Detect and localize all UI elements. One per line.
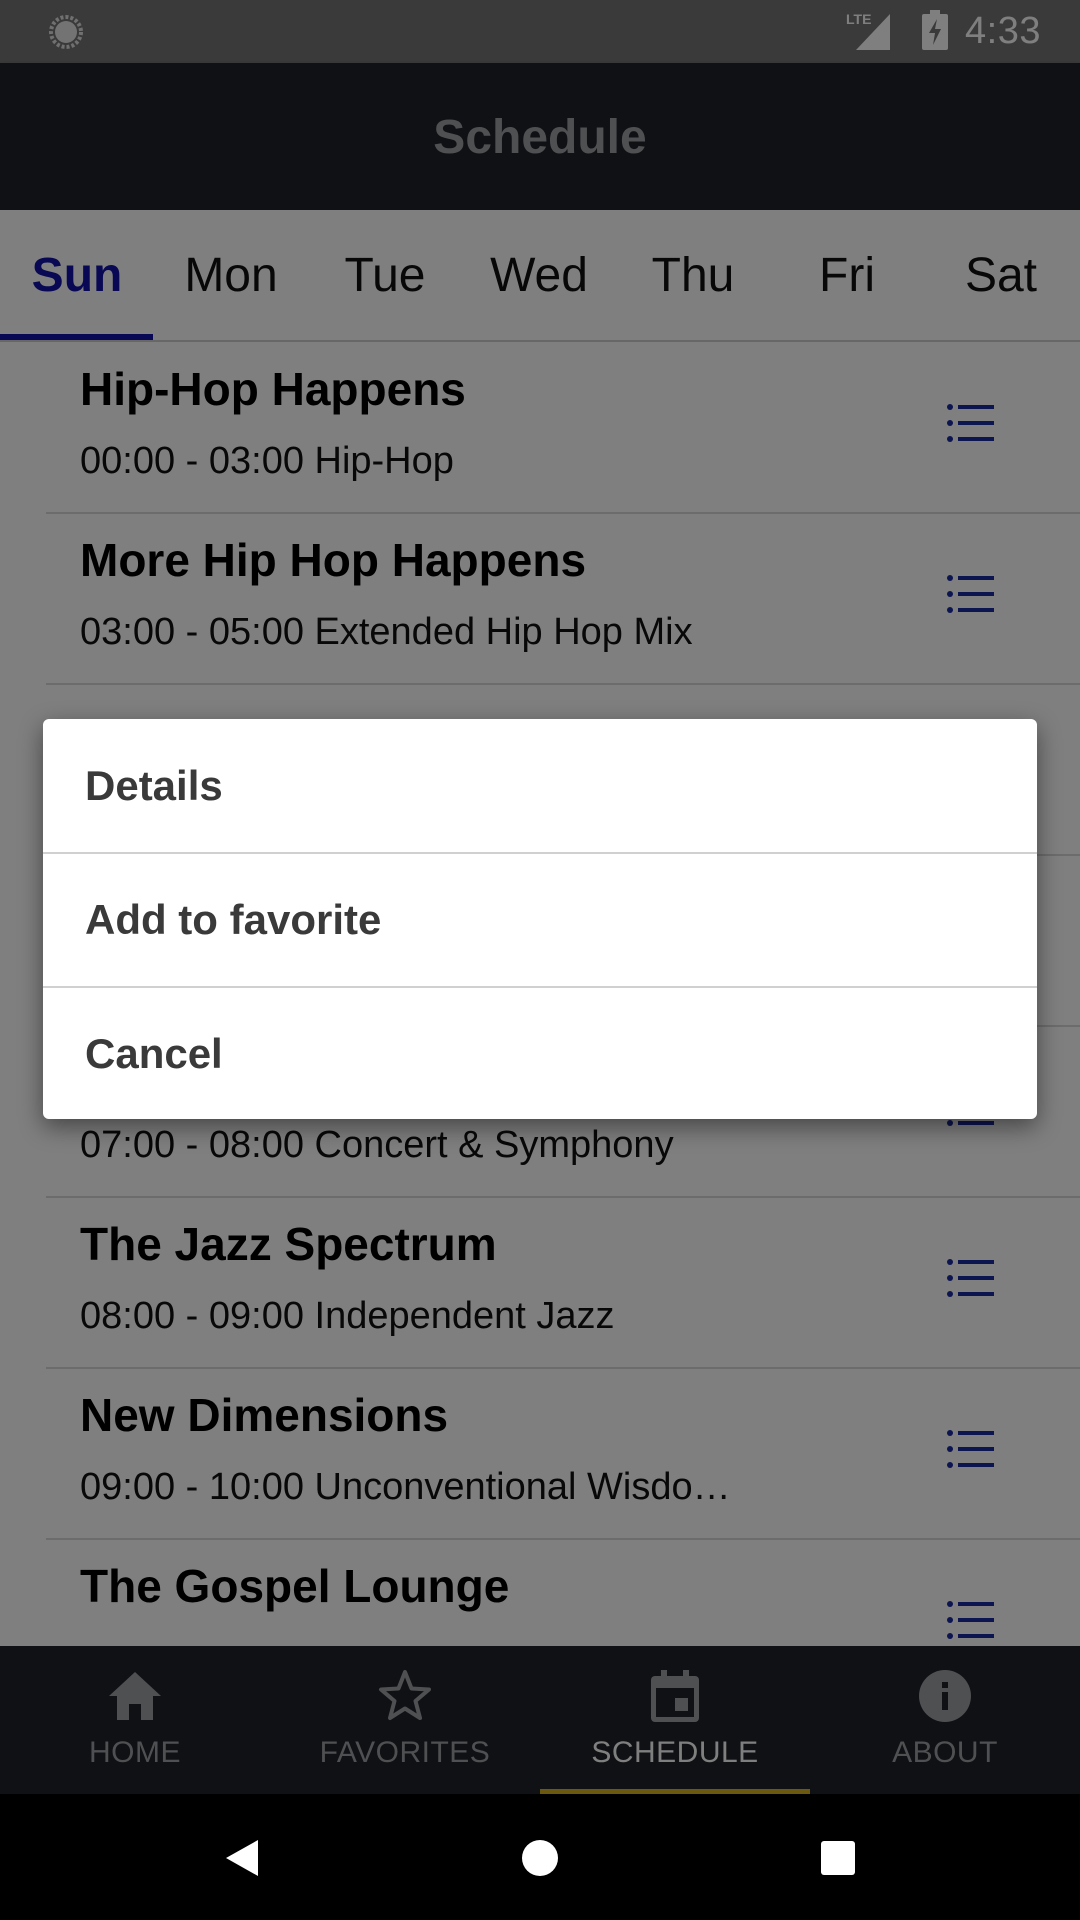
home-button-icon[interactable] [516,1834,564,1882]
back-icon[interactable] [218,1834,266,1882]
menu-item-details[interactable]: Details [43,719,1037,854]
menu-item-cancel[interactable]: Cancel [43,987,1037,1119]
menu-item-add-to-favorite[interactable]: Add to favorite [43,853,1037,988]
menu-item-add-to-favorite-label: Add to favorite [85,896,382,943]
app-screen: LTE 4:33 Schedule Sun Mon Tue Wed Thu Fr… [0,0,1080,1920]
recents-icon[interactable] [814,1834,862,1882]
system-navigation-bar [0,1794,1080,1920]
menu-item-cancel-label: Cancel [85,1030,223,1077]
menu-item-details-label: Details [85,762,223,809]
context-menu-dialog: Details Add to favorite Cancel [43,719,1037,1119]
